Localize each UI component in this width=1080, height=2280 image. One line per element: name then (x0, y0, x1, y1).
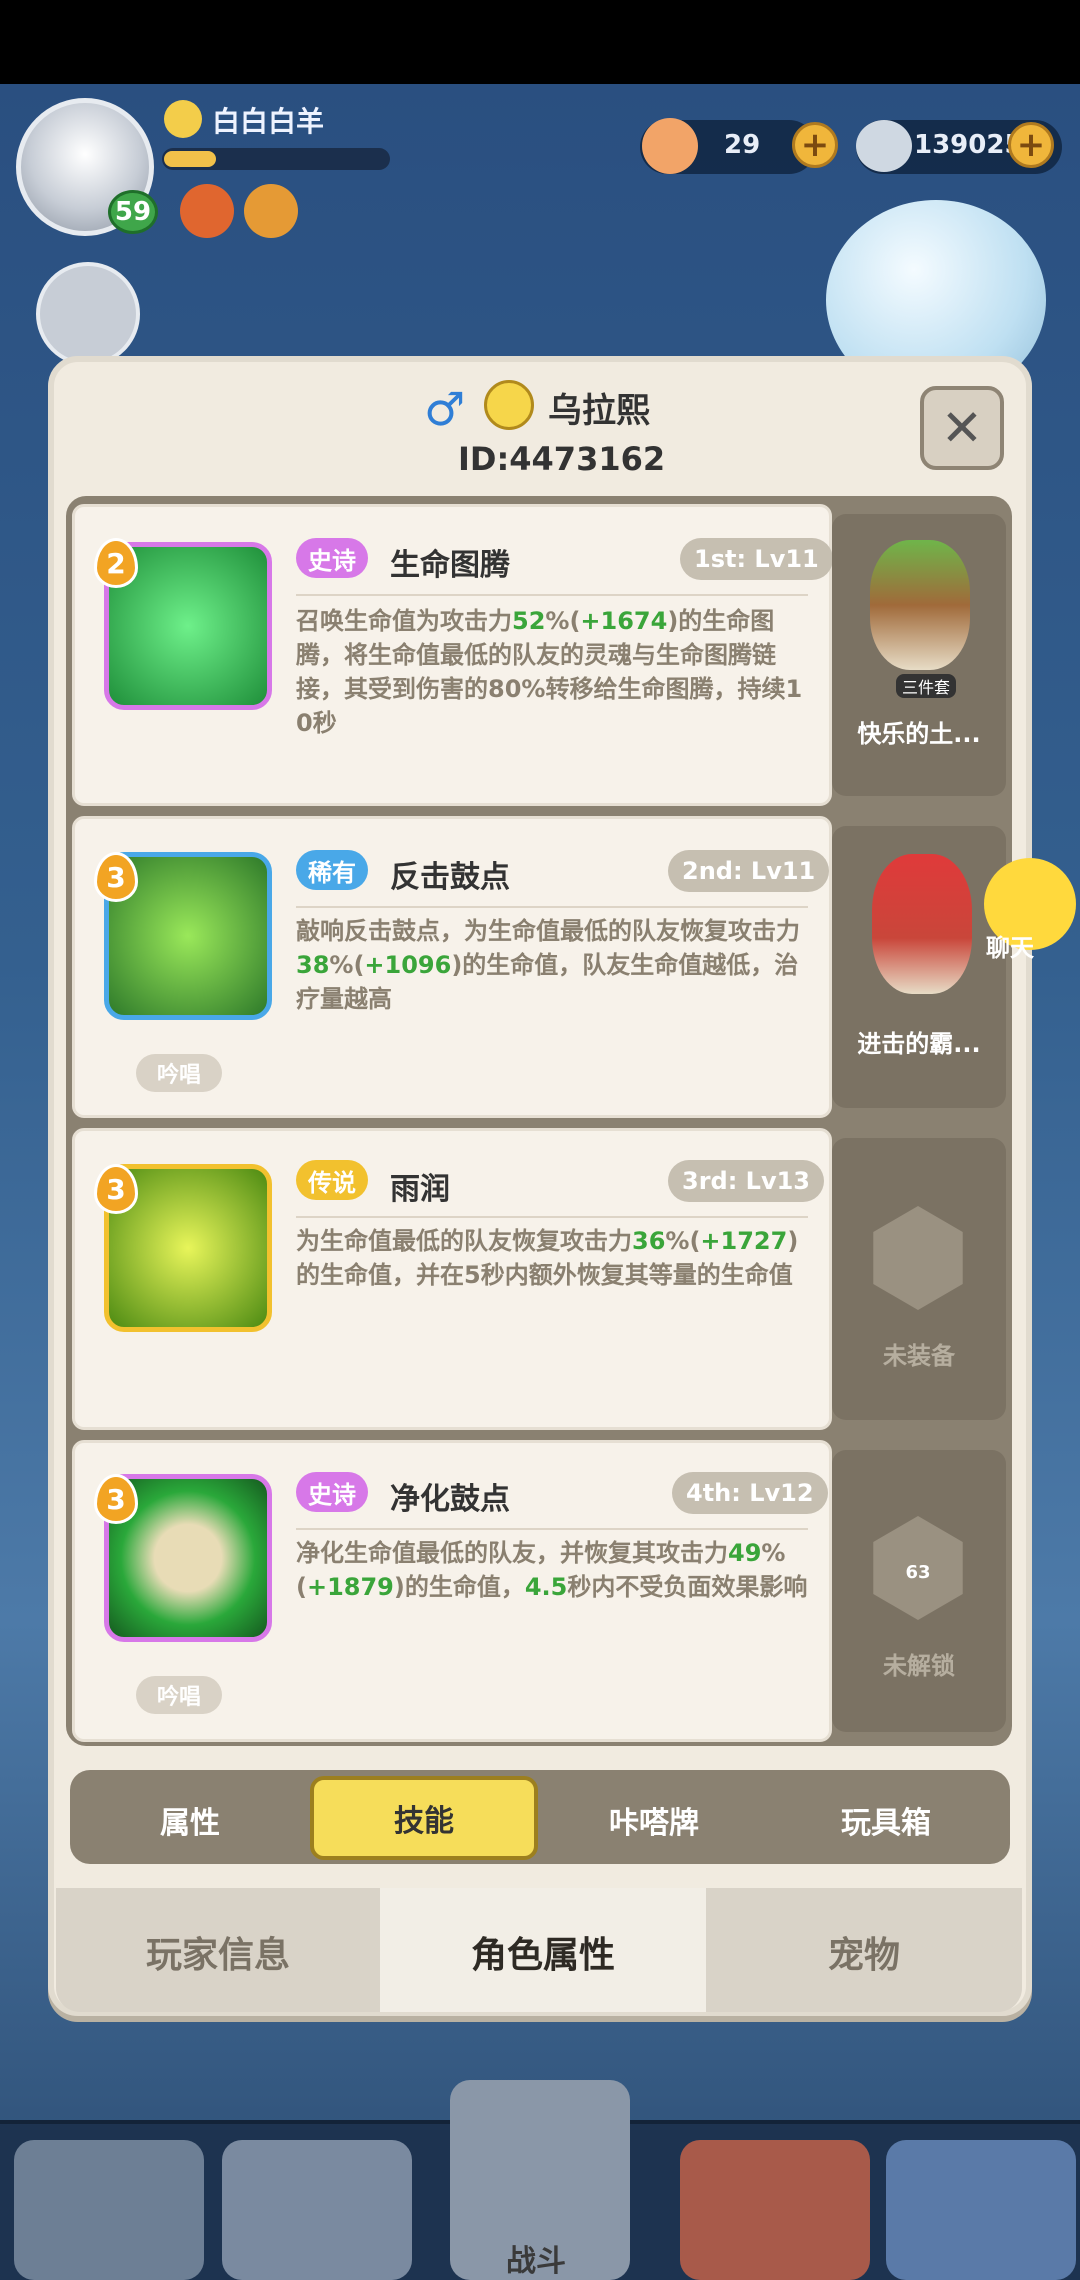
tab-character-attributes[interactable]: 角色属性 (380, 1926, 706, 1978)
unequipped-label: 未装备 (883, 1342, 955, 1370)
status-bar (0, 0, 1080, 84)
skill-name: 生命图腾 (390, 548, 510, 583)
skill-name: 雨润 (390, 1172, 450, 1207)
close-icon: ✕ (941, 399, 983, 457)
skill-description: 为生命值最低的队友恢复攻击力36%(+1727)的生命值，并在5秒内额外恢复其等… (296, 1227, 799, 1289)
nav-pet-button[interactable] (680, 2140, 870, 2280)
skill-slot-level: 3rd: Lv13 (668, 1160, 825, 1202)
toy-figure (872, 854, 972, 994)
hero-emoji-icon (484, 380, 534, 430)
rarity-tag: 传说 (296, 1160, 368, 1200)
divider (296, 1216, 808, 1218)
nav-battle-label: 战斗 (506, 2244, 566, 2279)
skill-slot-level: 2nd: Lv11 (668, 850, 830, 892)
tab-pets[interactable]: 宠物 (706, 1926, 1022, 1978)
player-name: 白白白羊 (212, 105, 325, 138)
skill-slot-level: 1st: Lv11 (680, 538, 833, 580)
toy-name: 快乐的土... (857, 720, 981, 748)
tab-skills[interactable]: 技能 (310, 1776, 538, 1860)
nav-hero-button[interactable] (14, 2140, 204, 2280)
skill-name: 净化鼓点 (390, 1482, 510, 1517)
tab-cards[interactable]: 咔嗒牌 (556, 1798, 752, 1842)
buff-icon[interactable] (244, 184, 298, 238)
add-shells-button[interactable]: + (792, 122, 838, 168)
buff-icon[interactable] (180, 184, 234, 238)
tab-attributes[interactable]: 属性 (92, 1798, 288, 1842)
skill-slot-level: 4th: Lv12 (672, 1472, 828, 1514)
chant-tag: 吟唱 (136, 1054, 222, 1092)
tab-toybox[interactable]: 玩具箱 (788, 1798, 984, 1842)
hero-name: 乌拉熙 (548, 391, 650, 431)
skill-description: 敲响反击鼓点，为生命值最低的队友恢复攻击力38%(+1096)的生命值，队友生命… (296, 917, 800, 1013)
toy-set-tag: 三件套 (896, 674, 957, 698)
hero-id: ID:4473162 (458, 440, 666, 478)
rarity-tag: 史诗 (296, 538, 368, 578)
nav-map-button[interactable] (886, 2140, 1076, 2280)
divider (296, 594, 808, 596)
tab-player-info[interactable]: 玩家信息 (60, 1926, 376, 1978)
skill-name: 反击鼓点 (390, 860, 510, 895)
friend-avatar[interactable] (36, 262, 140, 366)
chant-tag: 吟唱 (136, 1676, 222, 1714)
xp-bar-fill (164, 151, 216, 167)
locked-label: 未解锁 (883, 1652, 955, 1680)
male-symbol-icon: ♂ (424, 382, 466, 436)
add-crystals-button[interactable]: + (1008, 122, 1054, 168)
close-button[interactable]: ✕ (920, 386, 1004, 470)
divider (296, 1528, 808, 1530)
skill-description: 净化生命值最低的队友，并恢复其攻击力49%(+1879)的生命值，4.5秒内不受… (296, 1539, 808, 1601)
shell-icon (642, 118, 698, 174)
crystals-value: 139025 (914, 130, 1023, 160)
player-level-badge: 59 (108, 190, 158, 234)
shells-value: 29 (724, 130, 761, 160)
rarity-tag: 史诗 (296, 1472, 368, 1512)
divider (296, 906, 808, 908)
nav-character-button[interactable] (222, 2140, 412, 2280)
crystal-icon (856, 120, 912, 172)
toy-name: 进击的霸... (857, 1030, 981, 1058)
player-emoji-icon (164, 100, 202, 138)
unlock-level: 63 (905, 1562, 931, 1583)
skill-description: 召唤生命值为攻击力52%(+1674)的生命图腾，将生命值最低的队友的灵魂与生命… (296, 607, 803, 737)
toy-figure (870, 540, 970, 670)
chat-label[interactable]: 聊天 (986, 928, 1034, 963)
rarity-tag: 稀有 (296, 850, 368, 890)
